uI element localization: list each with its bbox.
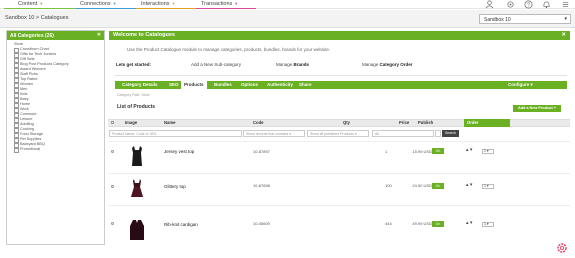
category-tabs: Category Details SEO Products Bundles Op… bbox=[115, 81, 567, 89]
chevron-down-icon: ▼ bbox=[112, 1, 117, 6]
breadcrumb: Sandbox 10 > Catalogues bbox=[5, 15, 69, 21]
configure-dropdown[interactable]: Configure ▾ bbox=[508, 81, 533, 89]
tab-category-details[interactable]: Category Details bbox=[122, 81, 158, 89]
tab-seo[interactable]: SEO bbox=[169, 81, 179, 89]
welcome-banner: Welcome to Catalogues ✕ bbox=[109, 31, 570, 40]
add-product-button[interactable]: Add a New Product + bbox=[513, 105, 561, 112]
manage-brands-link[interactable]: Manage Brands bbox=[276, 62, 309, 67]
menu-icon[interactable] bbox=[561, 0, 570, 10]
nav-content[interactable]: Content ▼ bbox=[18, 1, 43, 7]
chevron-down-icon: ▾ bbox=[530, 82, 533, 87]
chevron-down-icon: ▼ bbox=[171, 1, 176, 6]
filter-checkbox[interactable] bbox=[435, 130, 441, 137]
nav-transactions-label: Transactions bbox=[201, 1, 233, 7]
tab-share[interactable]: Share bbox=[299, 81, 312, 89]
welcome-description: Use the Product Catalogue module to mana… bbox=[127, 47, 331, 52]
published-filter-select[interactable]: Show all published Products ▾ bbox=[307, 130, 369, 137]
all-filter-select[interactable]: All bbox=[372, 130, 434, 137]
nav-connections[interactable]: Connections ▼ bbox=[80, 1, 117, 7]
product-qty: 1 bbox=[385, 149, 388, 154]
bell-icon[interactable] bbox=[542, 0, 551, 10]
column-publish[interactable]: Publish bbox=[418, 120, 433, 125]
product-price: 24.50 USD bbox=[412, 183, 432, 188]
tab-authenticity[interactable]: Authenticity bbox=[267, 81, 293, 89]
product-search-input[interactable]: Product Name, Code or URL bbox=[109, 130, 242, 137]
nav-content-label: Content bbox=[18, 1, 38, 7]
collapse-icon[interactable]: ✕ bbox=[97, 32, 101, 38]
order-arrows[interactable]: ▴ ▾ bbox=[466, 220, 472, 226]
welcome-title: Welcome to Catalogues bbox=[113, 32, 175, 38]
help-icon[interactable]: ? bbox=[524, 0, 533, 10]
column-order[interactable]: Order bbox=[467, 120, 478, 125]
column-name[interactable]: Name bbox=[164, 120, 175, 125]
row-select-radio[interactable] bbox=[111, 185, 114, 188]
row-select-radio[interactable] bbox=[111, 150, 114, 153]
nav-interactions-underline bbox=[136, 8, 196, 9]
nav-interactions-label: Interactions bbox=[141, 1, 170, 7]
site-select[interactable]: Sandbox 10 ▾ bbox=[479, 14, 571, 24]
column-qty[interactable]: Qty bbox=[343, 120, 350, 125]
tree-item[interactable]: Promotional bbox=[14, 147, 104, 153]
product-name[interactable]: Jersey vest top bbox=[164, 149, 194, 154]
product-thumbnail[interactable] bbox=[129, 218, 145, 242]
order-select[interactable]: 1 ▾ bbox=[482, 184, 494, 189]
help-widget-icon[interactable] bbox=[557, 240, 567, 253]
chevron-down-icon: ▾ bbox=[564, 16, 567, 22]
column-image[interactable]: Image bbox=[125, 120, 137, 125]
product-code: 10-87897 bbox=[253, 149, 270, 154]
category-path: Category Path: Store bbox=[117, 93, 150, 97]
close-icon[interactable]: ✕ bbox=[561, 32, 566, 38]
product-code: 10-87658 bbox=[253, 183, 270, 188]
table-row: Rib-knit cardigan 10-45609 444 49.99 USD… bbox=[108, 205, 570, 245]
nav-interactions[interactable]: Interactions ▼ bbox=[141, 1, 175, 7]
select-all-checkbox[interactable] bbox=[111, 121, 114, 124]
row-select-radio[interactable] bbox=[111, 222, 114, 225]
chevron-down-icon: ▼ bbox=[234, 1, 239, 6]
category-panel-title: All Categories (26) bbox=[10, 33, 54, 39]
nav-content-underline bbox=[4, 8, 76, 9]
product-price: 49.99 USD bbox=[412, 221, 432, 226]
products-title: List of Products bbox=[117, 104, 156, 110]
user-icon[interactable] bbox=[485, 0, 494, 10]
category-tree: Store Crossthorn Chart Gifts for Tech Ju… bbox=[7, 40, 104, 153]
product-name[interactable]: Glittery top bbox=[164, 184, 186, 189]
product-thumbnail[interactable] bbox=[129, 177, 145, 201]
add-sub-category-link[interactable]: Add a New Sub-category bbox=[191, 62, 241, 67]
product-thumbnail[interactable] bbox=[129, 144, 145, 168]
product-price: 15.99 USD bbox=[412, 149, 432, 154]
table-row: Glittery top 10-87658 100 24.50 USD On ▴… bbox=[108, 173, 570, 205]
chevron-down-icon: ▼ bbox=[39, 1, 44, 6]
site-select-value: Sandbox 10 bbox=[484, 17, 511, 23]
sub-header: Sandbox 10 > Catalogues Sandbox 10 ▾ bbox=[0, 10, 575, 28]
publish-toggle[interactable]: On bbox=[432, 221, 444, 227]
search-button[interactable]: Search bbox=[442, 130, 459, 137]
get-started-label: Lets get started: bbox=[116, 62, 152, 67]
order-select[interactable]: 1 ▾ bbox=[482, 149, 494, 154]
column-code[interactable]: Code bbox=[253, 120, 263, 125]
tab-options[interactable]: Options bbox=[241, 81, 258, 89]
gear-icon[interactable] bbox=[506, 0, 515, 10]
nav-connections-underline bbox=[76, 8, 136, 9]
publish-toggle[interactable]: On bbox=[432, 148, 444, 154]
divider bbox=[114, 75, 567, 76]
category-panel: All Categories (26) ✕ Store Crossthorn Ch… bbox=[6, 30, 105, 245]
column-price[interactable]: Price bbox=[399, 120, 409, 125]
category-panel-header: All Categories (26) ✕ bbox=[7, 31, 104, 40]
order-select[interactable]: 1 ▾ bbox=[482, 222, 494, 227]
table-row: Jersey vest top 10-87897 1 15.99 USD On … bbox=[108, 141, 570, 173]
order-arrows[interactable]: ▴ ▾ bbox=[466, 182, 472, 188]
publish-toggle[interactable]: On bbox=[432, 183, 444, 189]
nav-transactions[interactable]: Transactions ▼ bbox=[201, 1, 238, 7]
manage-category-order-link[interactable]: Manage Category Order bbox=[362, 62, 413, 67]
product-code: 10-45609 bbox=[253, 221, 270, 226]
records-filter-select[interactable]: Show records that contains ▾ bbox=[243, 130, 305, 137]
tab-bundles[interactable]: Bundles bbox=[214, 81, 232, 89]
nav-transactions-underline bbox=[196, 8, 256, 9]
svg-text:?: ? bbox=[527, 2, 530, 8]
product-name[interactable]: Rib-knit cardigan bbox=[164, 222, 198, 227]
nav-connections-label: Connections bbox=[80, 1, 111, 7]
order-arrows[interactable]: ▴ ▾ bbox=[466, 147, 472, 153]
tab-products[interactable]: Products bbox=[181, 81, 207, 89]
